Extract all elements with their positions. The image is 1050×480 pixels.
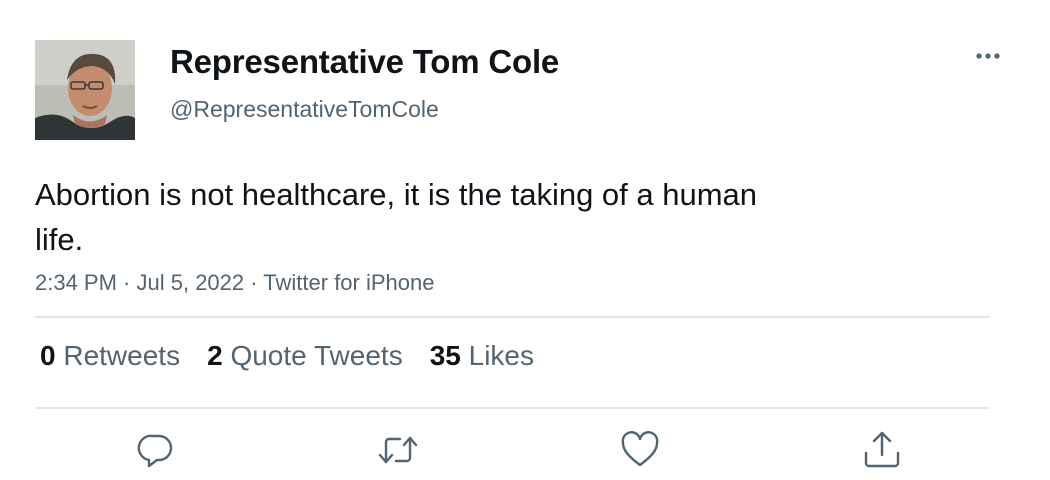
- retweet-button[interactable]: [376, 428, 420, 472]
- divider: [35, 407, 990, 409]
- likes-count: 35: [429, 340, 461, 371]
- meta-separator: ·: [116, 270, 137, 295]
- more-options-button[interactable]: [968, 40, 1008, 72]
- retweets-stat[interactable]: 0 Retweets: [40, 340, 180, 372]
- tweet-metadata: 2:34 PM · Jul 5, 2022 · Twitter for iPho…: [35, 270, 434, 296]
- tweet-date[interactable]: Jul 5, 2022: [137, 270, 245, 295]
- engagement-stats: 0 Retweets 2 Quote Tweets 35 Likes: [40, 340, 561, 372]
- reply-button[interactable]: [134, 428, 178, 472]
- retweet-icon: [378, 436, 418, 464]
- tweet-text: Abortion is not healthcare, it is the ta…: [35, 177, 758, 257]
- share-button[interactable]: [860, 428, 904, 472]
- heart-icon: [621, 431, 659, 467]
- like-button[interactable]: [618, 428, 662, 472]
- quote-tweets-label: Quote Tweets: [230, 340, 403, 371]
- meta-separator: ·: [244, 270, 264, 295]
- retweets-label: Retweets: [63, 340, 181, 371]
- avatar[interactable]: [35, 40, 135, 140]
- likes-stat[interactable]: 35 Likes: [430, 340, 534, 372]
- display-name[interactable]: Representative Tom Cole: [170, 43, 559, 81]
- reply-icon: [137, 434, 173, 468]
- likes-label: Likes: [468, 340, 535, 371]
- more-horizontal-icon: [976, 53, 1000, 59]
- share-icon: [864, 431, 900, 468]
- tweet-card: Representative Tom Cole @RepresentativeT…: [0, 0, 1050, 480]
- user-handle[interactable]: @RepresentativeTomCole: [170, 96, 439, 123]
- divider: [35, 316, 990, 318]
- profile-photo-icon: [35, 40, 135, 140]
- tweet-source[interactable]: Twitter for iPhone: [263, 270, 434, 295]
- retweets-count: 0: [40, 340, 56, 371]
- tweet-time[interactable]: 2:34 PM: [35, 270, 117, 295]
- quote-tweets-count: 2: [207, 340, 223, 371]
- quote-tweets-stat[interactable]: 2 Quote Tweets: [207, 340, 403, 372]
